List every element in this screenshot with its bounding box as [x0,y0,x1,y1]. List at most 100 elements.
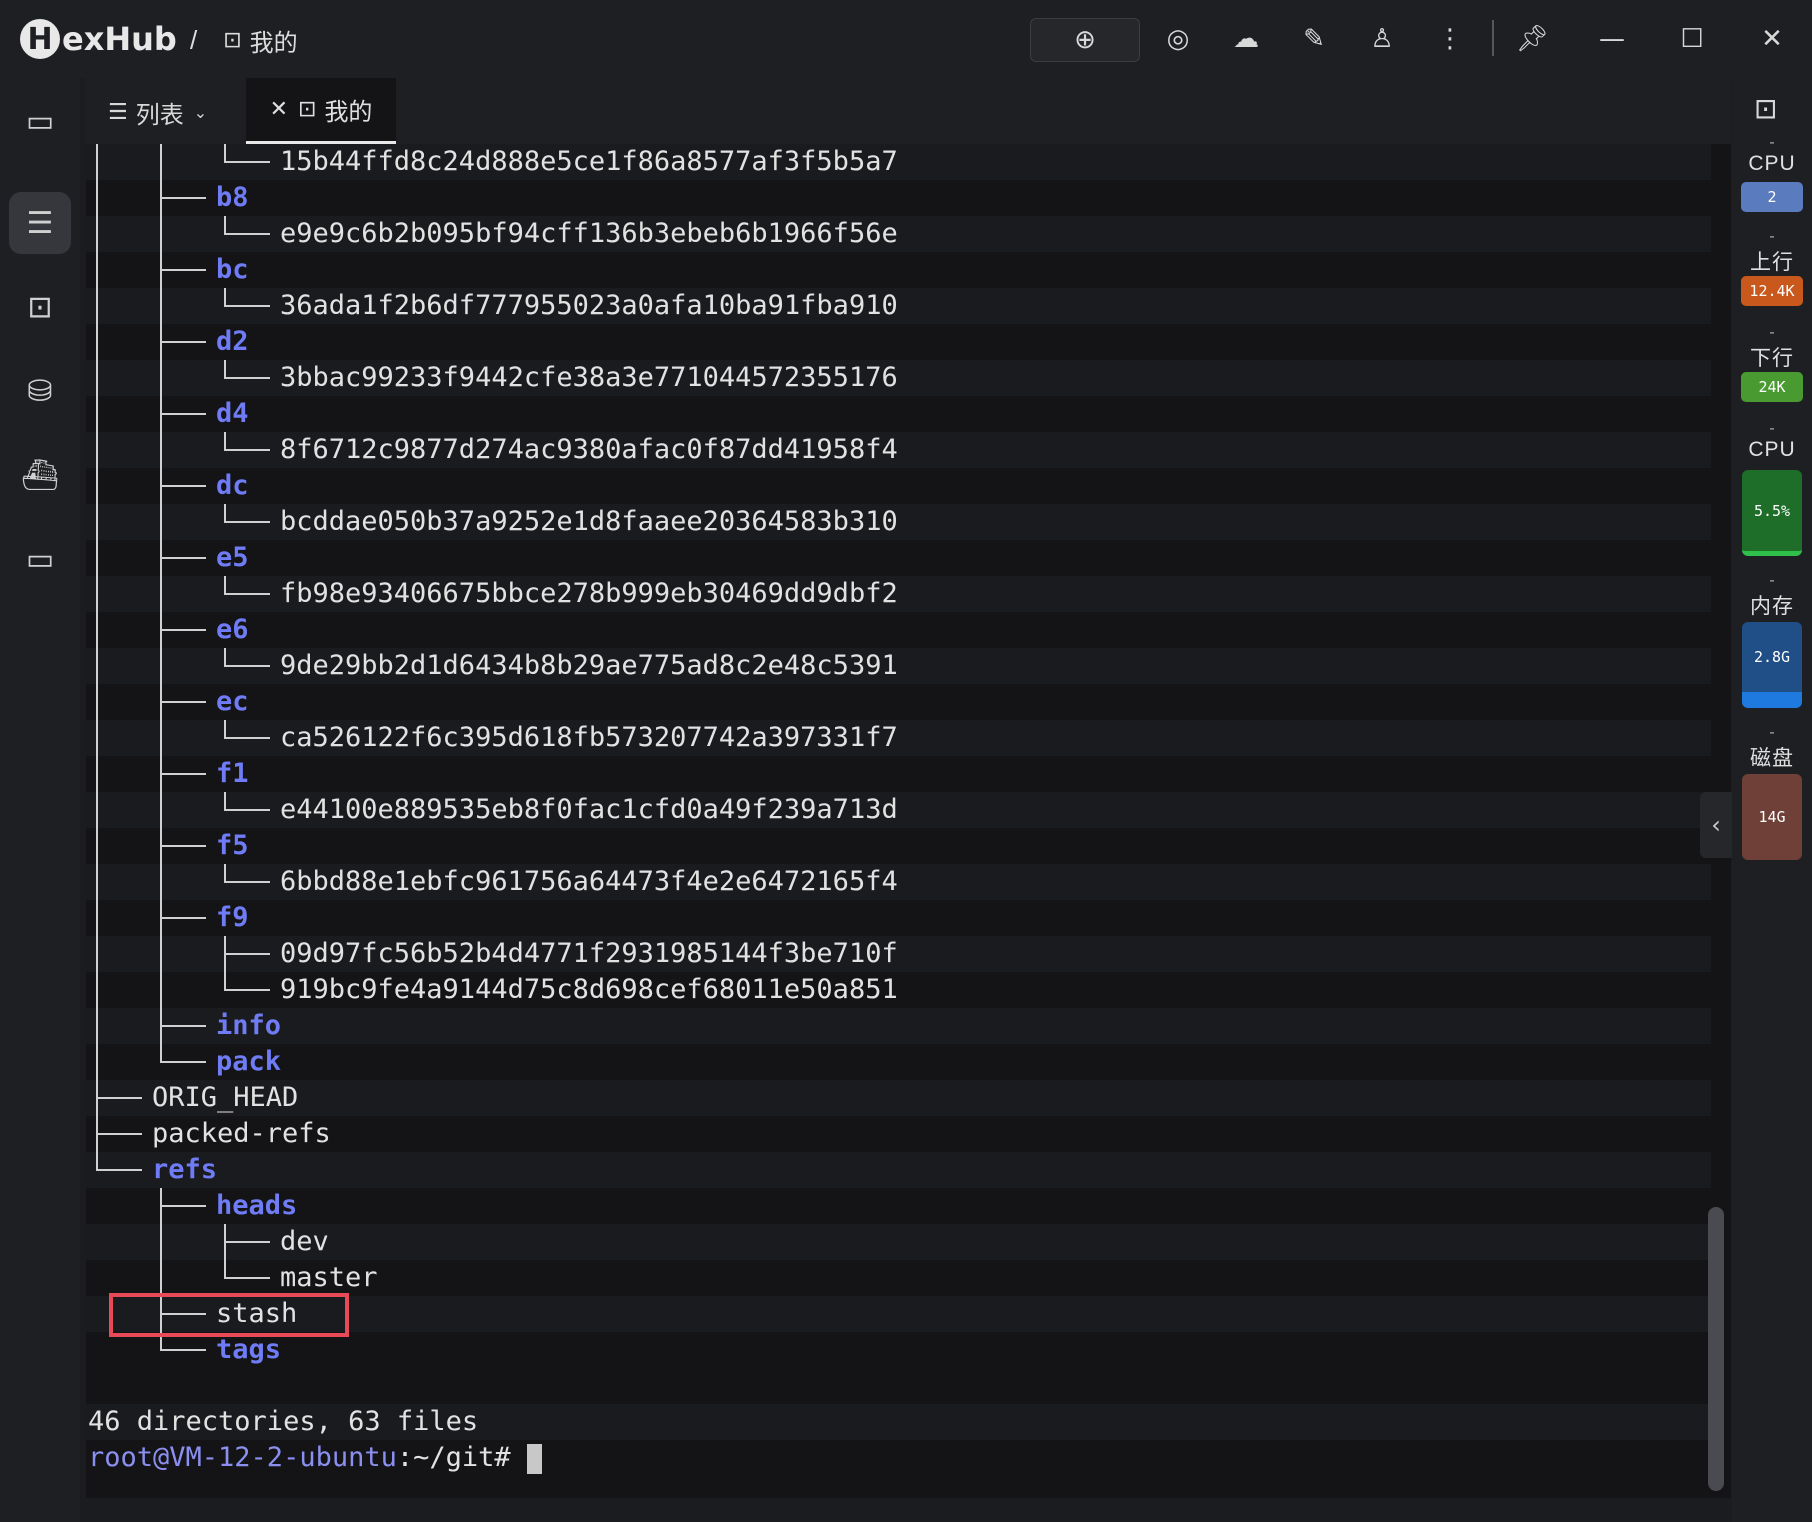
text-cursor [526,1443,542,1474]
file-name: master [280,1262,378,1293]
directory-name: info [216,1010,282,1041]
tree-connector [224,737,270,739]
tree-branch-line [224,1224,226,1278]
blank-row [86,1368,1711,1404]
sidebar-item-docker[interactable]: ⛴ [9,444,71,506]
file-name: ca526122f6c395d618fb573207742a397331f7 [280,722,898,753]
tree-file-row: fb98e93406675bbce278b999eb30469dd9dbf2 [86,576,1711,612]
sidebar-item-chat[interactable]: ▭ [9,528,71,590]
collapse-panel-button[interactable]: ‹ [1700,792,1732,858]
breadcrumb-current[interactable]: 我的 [250,23,298,58]
download-badge: 24K [1741,372,1803,402]
annotation-highlight-box [109,1293,349,1337]
metric-label-memory: 内存 [1750,595,1794,618]
tree-directory-row: b8 [86,180,1711,216]
minimize-icon: — [1599,24,1625,54]
broadcast-button[interactable]: ◎ [1158,18,1198,60]
tree-branch-line [224,144,226,162]
close-icon: ✕ [1761,24,1783,54]
user-button[interactable]: ♙ [1362,18,1402,60]
tree-connector [160,1025,206,1027]
breadcrumb-separator: / [190,24,198,55]
tree-branch-line [224,864,226,882]
maximize-button[interactable]: ☐ [1672,18,1712,60]
user-icon: ♙ [1370,24,1394,54]
terminal-output[interactable]: 15b44ffd8c24d888e5ce1f86a8577af3f5b5a7 b8… [86,144,1731,1498]
tree-directory-row: tags [86,1332,1711,1368]
terminal-icon[interactable]: ⊡ [1754,92,1777,125]
metric-dash: - [1769,420,1775,437]
tree-file-row: 9de29bb2d1d6434b8b29ae775ad8c2e48c5391 [86,648,1711,684]
left-sidebar: ▭ ☰ ⊡ ⛁ ⛴ ▭ [0,78,80,1522]
file-name: 15b44ffd8c24d888e5ce1f86a8577af3f5b5a7 [280,146,898,177]
cpu-usage-tile: 5.5% [1742,470,1802,556]
tree-branch-line [224,288,226,306]
more-button[interactable]: ⋮ [1430,18,1470,60]
tree-connector [224,233,270,235]
tree-directory-row: f1 [86,756,1711,792]
tree-file-row: ORIG_HEAD [86,1080,1711,1116]
tree-file-row: 15b44ffd8c24d888e5ce1f86a8577af3f5b5a7 [86,144,1711,180]
tree-file-row: 09d97fc56b52b4d4771f2931985144f3be710f [86,936,1711,972]
logo-mark: H [20,19,60,59]
terminal-scrollbar[interactable] [1708,1207,1724,1491]
tree-branch-line [160,144,162,1062]
metric-label-cpu-cores: CPU [1748,152,1796,175]
tree-directory-row: e5 [86,540,1711,576]
metric-label-upload: 上行 [1750,251,1794,274]
tree-branch-line [224,936,226,990]
chevron-left-icon: ‹ [1711,811,1721,839]
tree-connector [224,161,270,163]
sidebar-item-list[interactable]: ☰ [9,192,71,254]
tree-file-row: 36ada1f2b6df777955023a0afa10ba91fba910 [86,288,1711,324]
tree-directory-row: ec [86,684,1711,720]
tree-file-row: 6bbd88e1ebfc961756a64473f4e2e6472165f4 [86,864,1711,900]
pin-button[interactable]: 📌︎ [1512,18,1552,60]
cloud-sync-button[interactable]: ☁ [1226,18,1266,60]
tree-directory-row: dc [86,468,1711,504]
close-tab-icon[interactable]: ✕ [270,97,288,122]
tree-branch-line [224,360,226,378]
tree-summary: 46 directories, 63 files [86,1404,1711,1440]
minimize-button[interactable]: — [1592,18,1632,60]
tree-branch-line [224,792,226,810]
sidebar-item-files[interactable]: ▭ [9,90,71,152]
docker-icon: ⛴ [20,457,60,493]
sidebar-item-database[interactable]: ⛁ [9,360,71,422]
tree-directory-row: heads [86,1188,1711,1224]
prompt-user-host: root@VM-12-2-ubuntu [88,1442,397,1473]
close-button[interactable]: ✕ [1752,18,1792,60]
tree-file-row: ca526122f6c395d618fb573207742a397331f7 [86,720,1711,756]
metric-label-download: 下行 [1750,347,1794,370]
tree-file-row: e9e9c6b2b095bf94cff136b3ebeb6b1966f56e [86,216,1711,252]
tab-label: 我的 [324,99,373,126]
tree-file-row: bcddae050b37a9252e1d8faaee20364583b310 [86,504,1711,540]
directory-name: bc [216,254,249,285]
directory-name: f1 [216,758,249,789]
download-button[interactable]: ⊕ [1030,18,1140,62]
disk-tile: 14G [1742,774,1802,860]
tree-directory-row: f5 [86,828,1711,864]
sidebar-item-terminal[interactable]: ⊡ [9,276,71,338]
tree-directory-row: f9 [86,900,1711,936]
tree-connector [224,809,270,811]
tools-button[interactable]: ✎ [1294,18,1334,60]
tree-connector [224,881,270,883]
terminal-icon: ⊡ [223,27,242,53]
tab-bar: ☰ 列表 ⌄ ✕ ⊡ 我的 [86,78,1731,144]
file-name: packed-refs [152,1118,331,1149]
tree-connector [160,269,206,271]
tree-connector [224,377,270,379]
tree-connector [96,1097,142,1099]
shell-prompt[interactable]: root@VM-12-2-ubuntu:~/git# [86,1440,1711,1476]
tree-connector [160,629,206,631]
file-name: 9de29bb2d1d6434b8b29ae775ad8c2e48c5391 [280,650,898,681]
tree-connector [96,1133,142,1135]
tree-directory-row: info [86,1008,1711,1044]
file-name: 36ada1f2b6df777955023a0afa10ba91fba910 [280,290,898,321]
tab-list-dropdown[interactable]: ☰ 列表 ⌄ [108,92,207,132]
file-name: e9e9c6b2b095bf94cff136b3ebeb6b1966f56e [280,218,898,249]
tree-connector [160,917,206,919]
tab-terminal[interactable]: ✕ ⊡ 我的 [246,78,396,144]
list-icon: ☰ [108,99,128,125]
